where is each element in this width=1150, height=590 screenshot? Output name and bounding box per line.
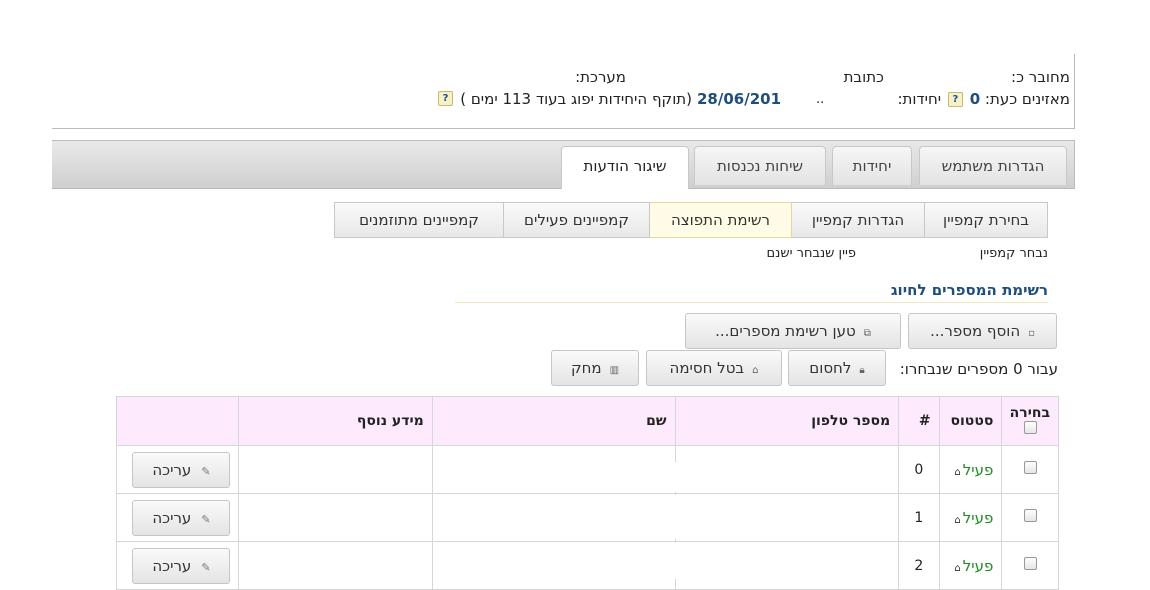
units-dots: .. [816,92,825,107]
edit-cell: ✎עריכה [115,445,240,494]
lock-icon: 🔒︎ [859,365,865,376]
address-label: כתובת [843,68,884,86]
edit-button[interactable]: ✎עריכה [132,499,231,536]
unlock-icon[interactable]: ⌂ [954,563,960,574]
connected-as-label: מחובר כ: [1011,68,1070,86]
selected-campaign-label: נבחר קמפיין [979,246,1048,261]
subtab-scheduled-campaigns[interactable]: קמפיינים מתוזמנים [334,202,504,238]
selected-campaign-value: פיין שנבחר ישנם [766,246,856,261]
row-select-cell [1001,493,1059,542]
subtab-active-campaigns[interactable]: קמפיינים פעילים [503,202,650,238]
unlock-icon[interactable]: ⌂ [954,515,960,526]
phone-column-header: מספר טלפון [674,396,900,446]
section-divider [455,302,1048,303]
block-button[interactable]: 🔒︎לחסום [788,350,886,386]
index-cell: 1 [898,493,940,542]
tab-user-settings[interactable]: הגדרות משתמש [919,146,1067,185]
tab-send-messages[interactable]: שיגור הודעות [561,146,689,189]
tab-incoming-calls[interactable]: שיחות נכנסות [694,146,826,185]
listeners-label: מאזינים כעת: [984,90,1070,108]
status-cell: פעיל⌂ [938,493,1003,542]
help-icon[interactable]: ? [947,92,963,107]
expiry-date: 28/06/201 [697,90,782,108]
unlock-icon: ⌂ [752,365,759,376]
status-cell: פעיל⌂ [938,541,1003,590]
info-cell [238,541,433,590]
unblock-button[interactable]: ⌂בטל חסימה [646,350,782,386]
row-checkbox[interactable] [1023,509,1037,522]
pencil-icon: ✎ [201,512,211,526]
listeners-row: מאזינים כעת: 0 ? יחידות: [897,90,1070,108]
pencil-icon: ✎ [201,464,211,478]
index-cell: 2 [898,541,940,590]
index-cell: 0 [898,445,940,494]
subtab-select-campaign[interactable]: בחירת קמפיין [924,202,1048,238]
edit-cell: ✎עריכה [115,541,240,590]
edit-cell: ✎עריכה [115,493,240,542]
row-select-cell [1001,445,1059,494]
select-column-header: בחירה [1001,396,1059,446]
edit-button[interactable]: ✎עריכה [132,451,231,488]
delete-button[interactable]: ▥מחק [551,350,639,386]
help-icon[interactable]: ? [438,91,453,106]
redaction-block [488,543,778,579]
select-all-checkbox[interactable] [1023,420,1037,434]
subtab-distribution-list[interactable]: רשימת התפוצה [649,202,792,238]
pencil-icon: ✎ [201,560,211,574]
info-cell [238,445,433,494]
new-file-icon: ▫ [1028,328,1035,339]
table-header-row: בחירה סטטוס # מספר טלפון שם מידע נוסף [115,396,1059,446]
actions-column-header [115,396,240,446]
index-column-header: # [898,396,940,446]
info-column-header: מידע נוסף [238,396,433,446]
info-cell [238,493,433,542]
load-list-button[interactable]: ⧉טען רשימת מספרים... [685,313,901,349]
upload-icon: ⧉ [863,328,871,339]
listeners-value: 0 [969,90,981,108]
add-number-button[interactable]: ▫הוסף מספר... [908,313,1057,349]
status-column-header: סטטוס [938,396,1003,446]
tab-units[interactable]: יחידות [832,146,912,185]
system-label: מערכת: [575,68,626,86]
expiry-text: (תוקף היחידות יפוג בעוד 113 ימים ) [460,90,692,108]
unlock-icon[interactable]: ⌂ [954,467,960,478]
edit-button[interactable]: ✎עריכה [132,547,231,584]
redaction-block [488,495,778,539]
name-column-header: שם [431,396,676,446]
row-select-cell [1001,541,1059,590]
selected-count-label: עבור 0 מספרים שנבחרו: [899,360,1058,378]
section-title: רשימת המספרים לחיוג [890,281,1048,299]
units-label: יחידות: [897,90,942,108]
status-cell: פעיל⌂ [938,445,1003,494]
row-checkbox[interactable] [1023,461,1037,474]
subtab-campaign-settings[interactable]: הגדרות קמפיין [791,202,925,238]
redaction-block [488,462,778,492]
trash-icon: ▥ [609,365,620,376]
row-checkbox[interactable] [1023,557,1037,570]
